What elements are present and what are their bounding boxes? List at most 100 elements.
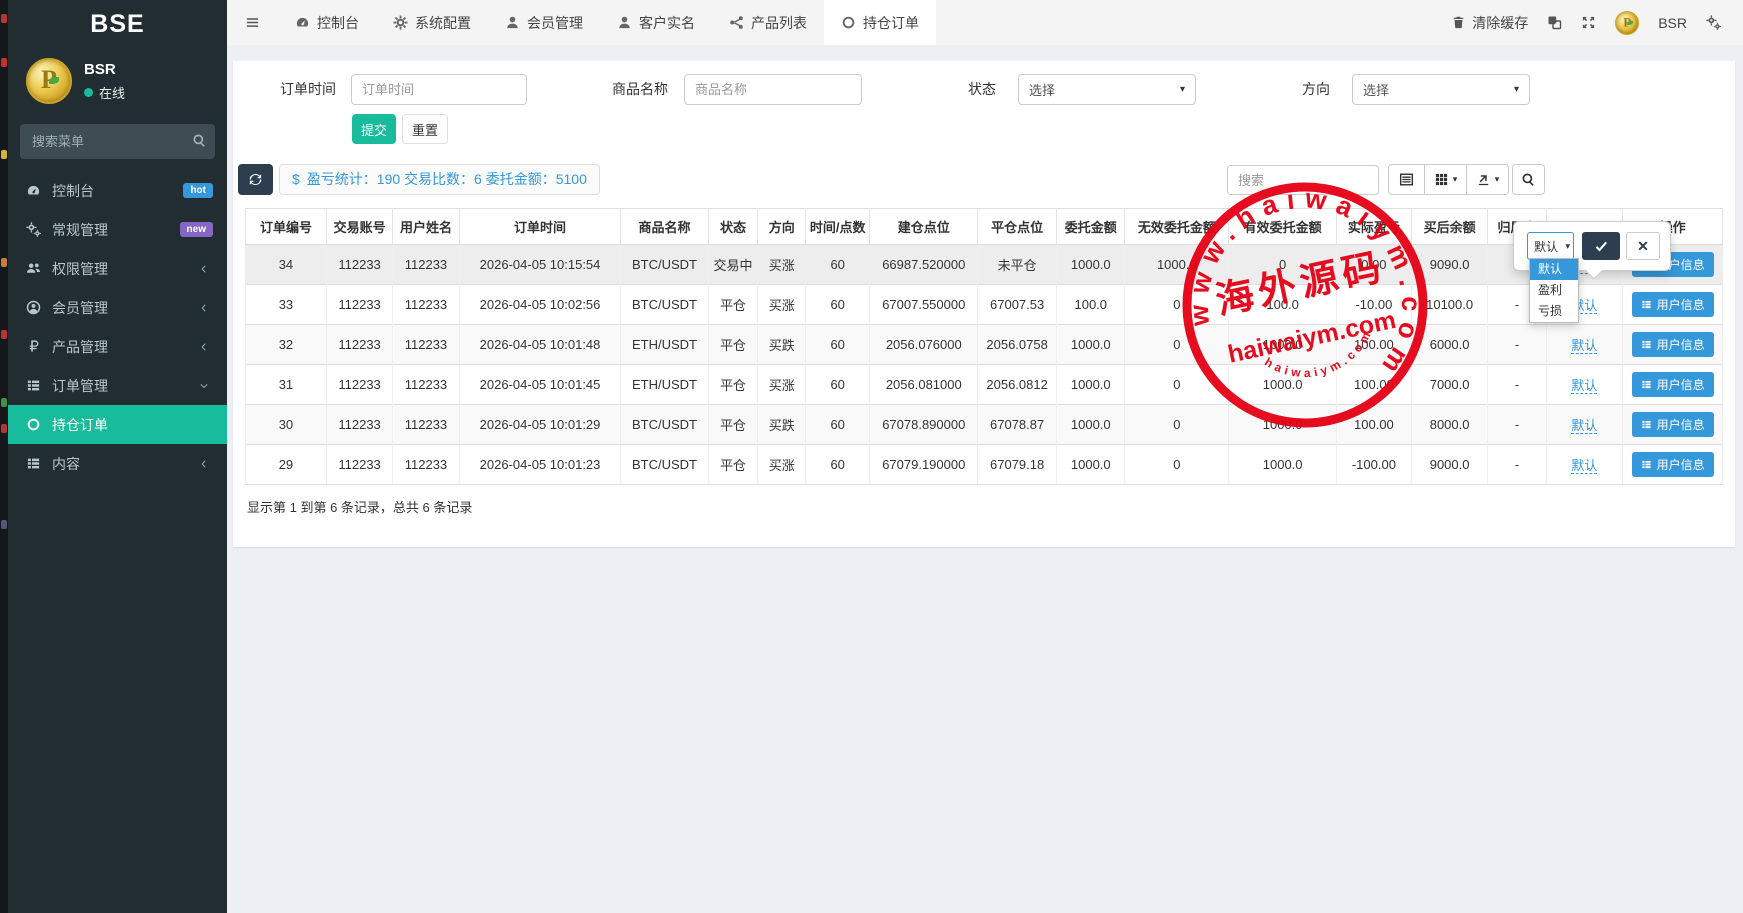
status-select[interactable]: 选择 ▾ (1018, 74, 1196, 105)
table-cell: BTC/USDT (621, 405, 708, 445)
table-cell: 34 (246, 245, 327, 285)
sidebar-item-members[interactable]: 会员管理 (8, 288, 227, 327)
column-header-4: 商品名称 (621, 209, 708, 245)
hot-badge: hot (183, 183, 213, 198)
table-cell: 60 (806, 405, 870, 445)
column-header-7: 时间/点数 (806, 209, 870, 245)
sidebar-menu: 控制台hot常规管理new权限管理会员管理产品管理订单管理持仓订单内容 (8, 171, 227, 483)
table-cell: 1000.0 (1229, 405, 1337, 445)
table-cell: 60 (806, 285, 870, 325)
table-cell: 买跌 (758, 325, 806, 365)
table-row: 301122331122332026-04-05 10:01:29BTC/USD… (246, 405, 1723, 445)
table-row: 331122331122332026-04-05 10:02:56BTC/USD… (246, 285, 1723, 325)
list-icon (24, 378, 42, 393)
search-icon[interactable] (192, 133, 207, 148)
user-info-button[interactable]: 用户信息 (1632, 372, 1714, 397)
table-cell: 1000.0 (1057, 245, 1125, 285)
table-cell: ETH/USDT (621, 365, 708, 405)
clear-cache-button[interactable]: 清除缓存 (1451, 13, 1528, 33)
table-cell: 29 (246, 445, 327, 485)
column-header-5: 状态 (708, 209, 758, 245)
table-cell: 67078.87 (978, 405, 1057, 445)
table-cell: 2026-04-05 10:01:23 (459, 445, 621, 485)
user-info-button[interactable]: 用户信息 (1632, 292, 1714, 317)
user-info-button[interactable]: 用户信息 (1632, 412, 1714, 437)
dropdown-option-2[interactable]: 亏损 (1530, 301, 1578, 322)
risk-select[interactable]: 默认 ▾ (1527, 232, 1574, 260)
user-info-button[interactable]: 用户信息 (1632, 452, 1714, 477)
cancel-button[interactable]: ✕ (1626, 232, 1660, 260)
profit-stats-box: $ 盈亏统计：190 交易比数：6 委托金额：5100 (279, 164, 600, 195)
order-time-input[interactable] (351, 74, 527, 105)
top-navbar: 控制台系统配置会员管理客户实名产品列表持仓订单 清除缓存 P BSR (227, 0, 1743, 45)
table-cell: - (1488, 365, 1546, 405)
tab-dashboard[interactable]: 控制台 (278, 0, 376, 45)
tab-position-orders[interactable]: 持仓订单 (824, 0, 936, 45)
confirm-button[interactable] (1582, 232, 1620, 260)
sidebar-item-permissions[interactable]: 权限管理 (8, 249, 227, 288)
risk-default-link[interactable]: 默认 (1571, 338, 1597, 354)
sidebar-item-position-orders[interactable]: 持仓订单 (8, 405, 227, 444)
table-cell: 买跌 (758, 405, 806, 445)
tab-member-management[interactable]: 会员管理 (488, 0, 600, 45)
language-icon[interactable] (1547, 15, 1562, 30)
dropdown-option-0[interactable]: 默认 (1530, 259, 1578, 280)
sidebar-item-content[interactable]: 内容 (8, 444, 227, 483)
user-avatar[interactable]: P (1615, 11, 1639, 35)
table-cell: 2026-04-05 10:01:48 (459, 325, 621, 365)
submit-button[interactable]: 提交 (352, 114, 396, 144)
table-row: 341122331122332026-04-05 10:15:54BTC/USD… (246, 245, 1723, 285)
column-header-0: 订单编号 (246, 209, 327, 245)
detail-view-button[interactable] (1388, 164, 1425, 195)
table-search-input[interactable] (1227, 165, 1379, 195)
table-cell: 0 (1125, 365, 1229, 405)
edge-marker (1, 14, 7, 23)
product-name-input[interactable] (684, 74, 862, 105)
status-label: 状态 (968, 74, 996, 105)
table-cell: 买涨 (758, 445, 806, 485)
sidebar-item-orders[interactable]: 订单管理 (8, 366, 227, 405)
browser-edge-strip (0, 0, 8, 913)
sidebar-item-general[interactable]: 常规管理new (8, 210, 227, 249)
caret-down-icon: ▾ (1514, 84, 1519, 95)
risk-default-link[interactable]: 默认 (1571, 378, 1597, 394)
edge-marker (1, 330, 7, 339)
users-icon (24, 261, 42, 276)
export-button[interactable]: ▾ (1466, 164, 1509, 195)
tab-system-config[interactable]: 系统配置 (376, 0, 488, 45)
column-header-11: 无效委托金额 (1125, 209, 1229, 245)
risk-default-link[interactable]: 默认 (1571, 458, 1597, 474)
reset-button[interactable]: 重置 (402, 114, 448, 144)
direction-select[interactable]: 选择 ▾ (1352, 74, 1530, 105)
table-cell: 1000.0 (1229, 445, 1337, 485)
sidebar: BSE P BSR 在线 控制台hot常规管理new权限管理会员管理产品管理订单… (8, 0, 227, 913)
tab-customer-kyc[interactable]: 客户实名 (600, 0, 712, 45)
tab-product-list[interactable]: 产品列表 (712, 0, 824, 45)
dropdown-option-1[interactable]: 盈利 (1530, 280, 1578, 301)
user-panel: P BSR 在线 (8, 48, 227, 116)
user-info-button[interactable]: 用户信息 (1632, 332, 1714, 357)
sidebar-search-input[interactable] (20, 124, 215, 159)
refresh-button[interactable] (238, 164, 273, 195)
risk-default-link[interactable]: 默认 (1571, 418, 1597, 434)
column-header-9: 平仓点位 (978, 209, 1057, 245)
fullscreen-search-button[interactable] (1512, 164, 1545, 195)
columns-button[interactable]: ▾ (1424, 164, 1467, 195)
settings-cogs-icon[interactable] (1706, 15, 1721, 30)
sidebar-item-dashboard[interactable]: 控制台hot (8, 171, 227, 210)
direction-label: 方向 (1302, 74, 1330, 105)
chevron-left-icon (195, 459, 213, 469)
table-view-buttons: ▾ ▾ (1388, 164, 1509, 195)
hamburger-icon[interactable] (227, 0, 278, 45)
user-icon (505, 15, 520, 30)
export-icon (1476, 172, 1491, 187)
list-icon (1641, 419, 1652, 430)
table-cell: 平仓 (708, 445, 758, 485)
user-menu[interactable]: BSR (1658, 15, 1687, 31)
table-cell: 0.00 (1337, 245, 1412, 285)
table-cell: 33 (246, 285, 327, 325)
fullscreen-icon[interactable] (1581, 15, 1596, 30)
sidebar-item-products[interactable]: 产品管理 (8, 327, 227, 366)
chevron-down-icon (195, 381, 213, 391)
caret-down-icon: ▾ (1180, 84, 1185, 95)
